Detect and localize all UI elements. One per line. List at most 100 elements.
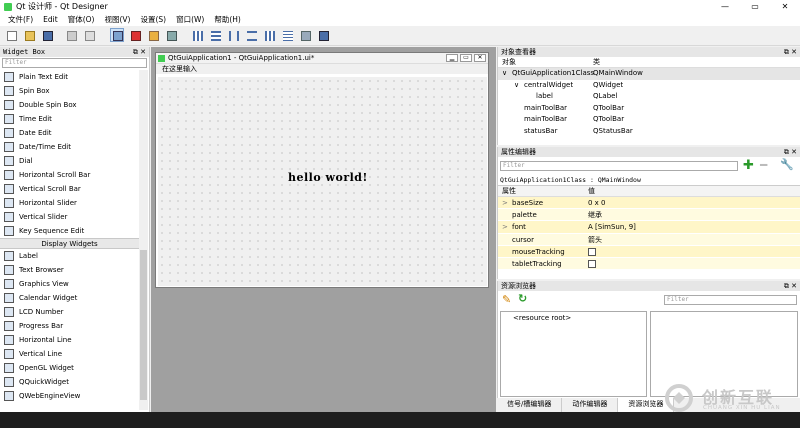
edit-signals-button[interactable]	[128, 28, 142, 42]
bring-to-front-button[interactable]	[82, 28, 96, 42]
object-tree-row[interactable]: ∨ centralWidget QWidget	[498, 80, 800, 92]
menu-edit[interactable]: Edit	[38, 15, 63, 24]
resource-root-item[interactable]: <resource root>	[501, 312, 646, 322]
layout-v-splitter-button[interactable]	[244, 28, 258, 42]
widget-item[interactable]: LCD Number	[0, 305, 139, 319]
widget-item[interactable]: Progress Bar	[0, 319, 139, 333]
scrollbar-thumb[interactable]	[140, 250, 147, 400]
property-checkbox[interactable]	[588, 259, 596, 268]
property-value[interactable]: 箭头	[588, 234, 602, 246]
form-menu-placeholder[interactable]: 在这里输入	[156, 64, 488, 74]
widget-item[interactable]: Date Edit	[0, 126, 139, 140]
object-tree-row[interactable]: label QLabel	[498, 91, 800, 103]
expand-arrow-icon[interactable]: ∨	[502, 68, 507, 80]
edit-tab-order-button[interactable]	[164, 28, 178, 42]
hello-label[interactable]: hello world!	[288, 171, 368, 184]
save-form-button[interactable]	[40, 28, 54, 42]
resource-filter-input[interactable]: Filter	[664, 295, 797, 305]
new-form-button[interactable]	[4, 28, 18, 42]
widget-item[interactable]: OpenGL Widget	[0, 361, 139, 375]
property-row[interactable]: tabletTracking	[498, 257, 800, 271]
layout-grid-button[interactable]	[262, 28, 276, 42]
widget-item[interactable]: QWebEngineView	[0, 389, 139, 403]
widget-item[interactable]: Spin Box	[0, 84, 139, 98]
object-tree-row[interactable]: statusBar QStatusBar	[498, 126, 800, 138]
edit-buddies-button[interactable]	[146, 28, 160, 42]
layout-horizontal-button[interactable]	[190, 28, 204, 42]
object-class: QToolBar	[593, 115, 625, 123]
widget-item[interactable]: Calendar Widget	[0, 291, 139, 305]
widget-item[interactable]: Vertical Scroll Bar	[0, 182, 139, 196]
widget-item[interactable]: Vertical Line	[0, 347, 139, 361]
widget-category-display[interactable]: Display Widgets	[0, 238, 139, 249]
widget-item[interactable]: Key Sequence Edit	[0, 224, 139, 238]
layout-vertical-button[interactable]	[208, 28, 222, 42]
dock-float-close-buttons[interactable]: ⧉ ✕	[784, 47, 797, 57]
break-layout-button[interactable]	[298, 28, 312, 42]
widget-item[interactable]: Plain Text Edit	[0, 70, 139, 84]
widget-item[interactable]: Time Edit	[0, 112, 139, 126]
adjust-size-button[interactable]	[316, 28, 330, 42]
edit-widgets-button[interactable]	[110, 28, 124, 42]
expand-arrow-icon[interactable]: >	[502, 221, 508, 233]
form-window[interactable]: QtGuiApplication1 - QtGuiApplication1.ui…	[155, 52, 489, 288]
object-tree-row[interactable]: mainToolBar QToolBar	[498, 114, 800, 126]
send-to-back-button[interactable]	[64, 28, 78, 42]
form-minimize-button[interactable]: ▁	[446, 54, 458, 62]
widget-item[interactable]: Double Spin Box	[0, 98, 139, 112]
menu-view[interactable]: 视图(V)	[99, 14, 135, 25]
widget-item[interactable]: Horizontal Scroll Bar	[0, 168, 139, 182]
widget-item[interactable]: Graphics View	[0, 277, 139, 291]
form-close-button[interactable]: ✕	[474, 54, 486, 62]
widget-item[interactable]: Dial	[0, 154, 139, 168]
widget-box-filter-input[interactable]: Filter	[2, 58, 147, 68]
expand-arrow-icon[interactable]: >	[502, 197, 508, 209]
layout-h-splitter-button[interactable]	[226, 28, 240, 42]
dock-float-close-buttons[interactable]: ⧉ ✕	[133, 47, 146, 57]
property-filter-input[interactable]: Filter	[500, 161, 738, 171]
dock-float-close-buttons[interactable]: ⧉ ✕	[784, 281, 797, 291]
menu-settings[interactable]: 设置(S)	[135, 14, 171, 25]
property-row[interactable]: > font A [SimSun, 9]	[498, 221, 800, 234]
reload-icon[interactable]: ↻	[518, 292, 527, 305]
widget-item[interactable]: Date/Time Edit	[0, 140, 139, 154]
tab-action-editor[interactable]: 动作编辑器	[562, 398, 619, 412]
menu-file[interactable]: 文件(F)	[3, 14, 38, 25]
menu-window[interactable]: 窗口(W)	[171, 14, 209, 25]
menu-help[interactable]: 帮助(H)	[209, 14, 246, 25]
layout-form-button[interactable]	[280, 28, 294, 42]
menu-form[interactable]: 窗体(O)	[63, 14, 100, 25]
edit-resources-icon[interactable]: ✎	[502, 293, 511, 306]
maximize-button[interactable]: ▭	[740, 0, 770, 13]
widget-item[interactable]: QQuickWidget	[0, 375, 139, 389]
resource-tree[interactable]: <resource root>	[500, 311, 647, 397]
widget-item[interactable]: Vertical Slider	[0, 210, 139, 224]
form-maximize-button[interactable]: ▭	[460, 54, 472, 62]
property-row[interactable]: mouseTracking	[498, 245, 800, 258]
property-row[interactable]: > baseSize 0 x 0	[498, 197, 800, 210]
object-tree-row[interactable]: ∨ QtGuiApplication1Class QMainWindow	[498, 68, 800, 80]
property-value[interactable]: 继承	[588, 209, 602, 221]
widget-item[interactable]: Horizontal Line	[0, 333, 139, 347]
property-value[interactable]: A [SimSun, 9]	[588, 221, 636, 233]
remove-dynamic-property-icon[interactable]: ━	[760, 158, 767, 172]
property-row[interactable]: palette 继承	[498, 209, 800, 222]
property-checkbox[interactable]	[588, 247, 596, 256]
add-dynamic-property-icon[interactable]: ✚	[743, 158, 754, 173]
close-button[interactable]: ✕	[770, 0, 800, 13]
configure-icon[interactable]: 🔧	[780, 158, 794, 171]
widget-item[interactable]: Label	[0, 249, 139, 263]
expand-arrow-icon[interactable]: ∨	[514, 80, 519, 92]
widget-item-label: Date/Time Edit	[19, 143, 72, 151]
property-value[interactable]: 0 x 0	[588, 197, 606, 209]
dock-float-close-buttons[interactable]: ⧉ ✕	[784, 147, 797, 157]
open-form-button[interactable]	[22, 28, 36, 42]
widget-item[interactable]: Horizontal Slider	[0, 196, 139, 210]
widget-item[interactable]: Text Browser	[0, 263, 139, 277]
property-row[interactable]: cursor 箭头	[498, 233, 800, 246]
widget-box-scrollbar[interactable]	[139, 70, 148, 410]
object-tree-row[interactable]: mainToolBar QToolBar	[498, 103, 800, 115]
minimize-button[interactable]: —	[710, 0, 740, 13]
form-canvas[interactable]: hello world!	[158, 77, 487, 286]
tab-signal-slot-editor[interactable]: 信号/槽编辑器	[497, 398, 563, 412]
